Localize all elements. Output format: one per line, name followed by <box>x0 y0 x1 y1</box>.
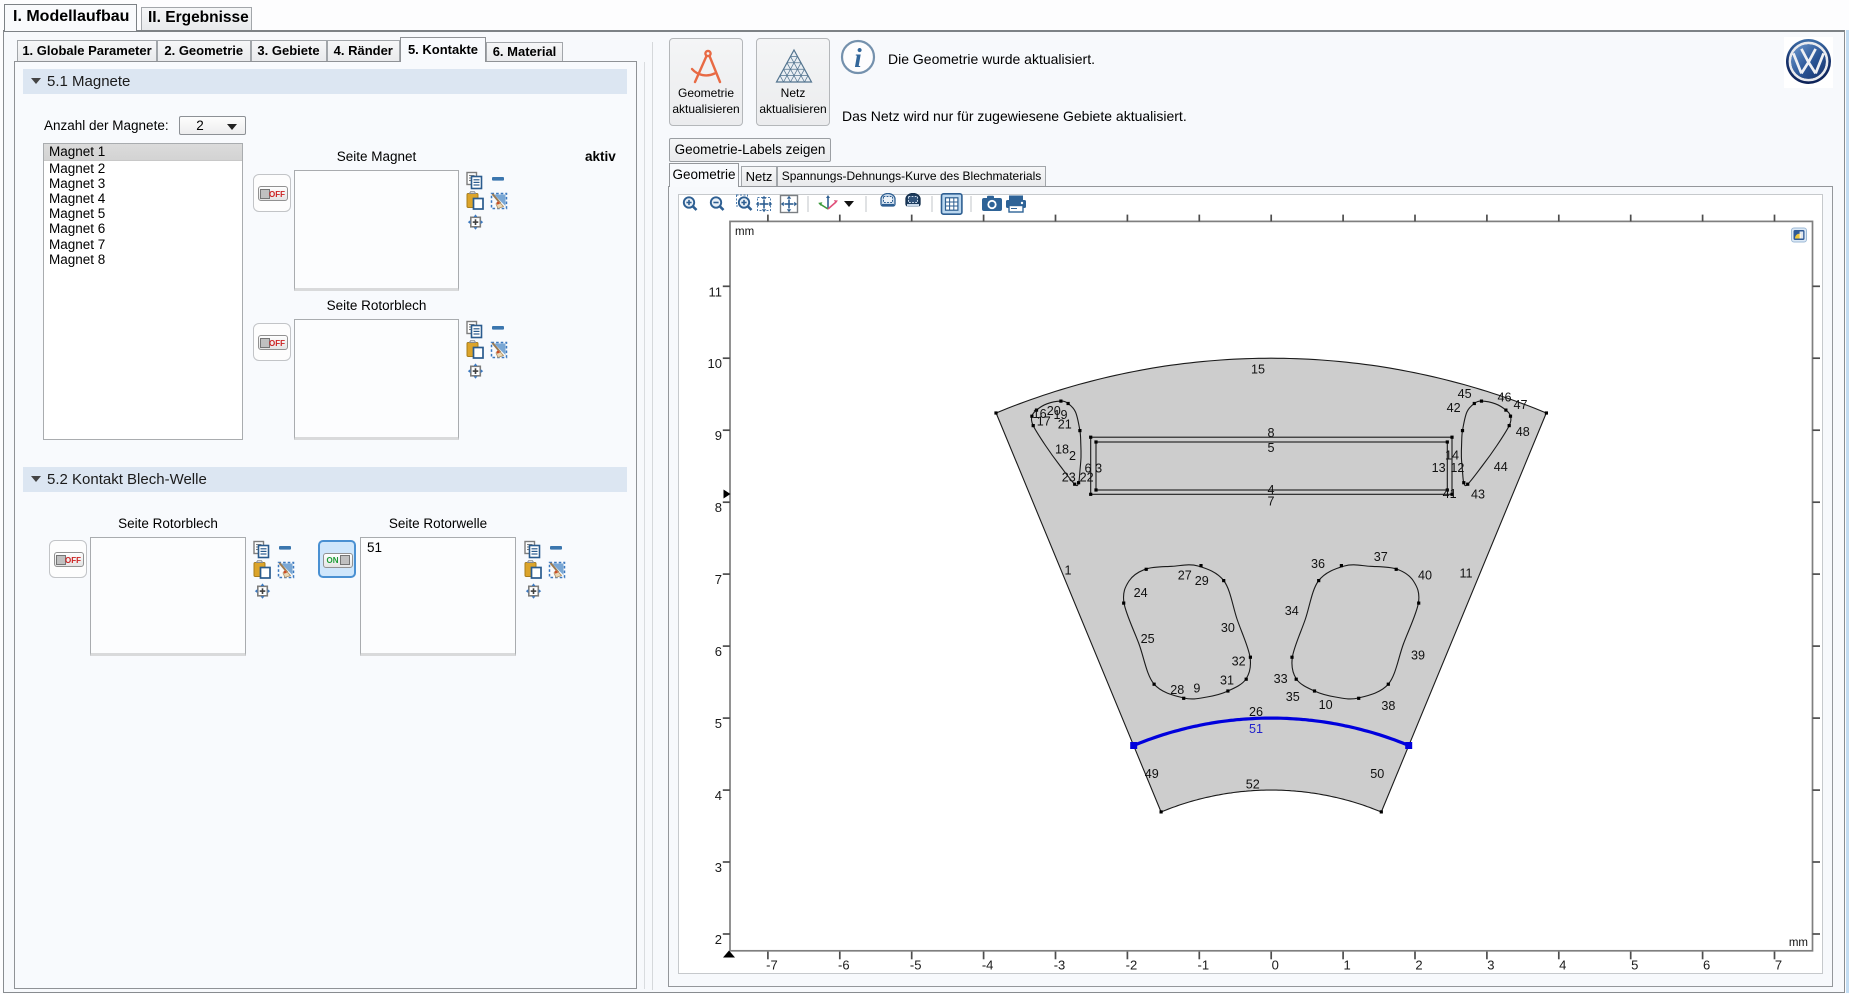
svg-text:52: 52 <box>1246 778 1260 792</box>
svg-text:31: 31 <box>1220 674 1234 688</box>
svg-text:1: 1 <box>1343 958 1350 973</box>
svg-text:24: 24 <box>1134 586 1148 600</box>
svg-text:41: 41 <box>1443 487 1457 501</box>
svg-text:9: 9 <box>1193 682 1200 696</box>
svg-text:6: 6 <box>715 644 722 659</box>
svg-text:23: 23 <box>1062 471 1076 485</box>
svg-text:5: 5 <box>715 716 722 731</box>
svg-text:5: 5 <box>1631 958 1638 973</box>
svg-text:45: 45 <box>1458 387 1472 401</box>
svg-text:33: 33 <box>1274 672 1288 686</box>
svg-text:4: 4 <box>715 788 722 803</box>
svg-text:21: 21 <box>1058 417 1072 431</box>
svg-text:30: 30 <box>1221 621 1235 635</box>
svg-text:10: 10 <box>708 356 722 371</box>
svg-text:7: 7 <box>1267 495 1274 509</box>
svg-text:2: 2 <box>1415 958 1422 973</box>
svg-text:42: 42 <box>1447 401 1461 415</box>
svg-text:25: 25 <box>1141 632 1155 646</box>
svg-text:-4: -4 <box>982 958 994 973</box>
svg-text:36: 36 <box>1311 557 1325 571</box>
svg-text:1: 1 <box>1064 564 1071 578</box>
svg-text:50: 50 <box>1370 767 1384 781</box>
svg-text:mm: mm <box>735 226 754 238</box>
svg-text:3: 3 <box>1095 462 1102 476</box>
svg-text:13: 13 <box>1432 461 1446 475</box>
svg-text:44: 44 <box>1494 460 1508 474</box>
svg-text:29: 29 <box>1195 574 1209 588</box>
svg-text:3: 3 <box>715 860 722 875</box>
svg-text:28: 28 <box>1170 683 1184 697</box>
svg-text:8: 8 <box>715 500 722 515</box>
svg-text:34: 34 <box>1285 604 1299 618</box>
svg-text:0: 0 <box>1272 958 1279 973</box>
svg-text:46: 46 <box>1497 391 1511 405</box>
svg-text:39: 39 <box>1411 649 1425 663</box>
svg-text:7: 7 <box>715 572 722 587</box>
svg-text:12: 12 <box>1450 461 1464 475</box>
svg-text:22: 22 <box>1080 471 1094 485</box>
svg-text:mm: mm <box>1789 937 1808 949</box>
svg-text:11: 11 <box>709 284 723 299</box>
svg-text:3: 3 <box>1487 958 1494 973</box>
svg-text:47: 47 <box>1513 398 1527 412</box>
svg-text:18: 18 <box>1055 443 1069 457</box>
svg-text:35: 35 <box>1286 690 1300 704</box>
svg-text:48: 48 <box>1516 425 1530 439</box>
svg-text:40: 40 <box>1418 568 1432 582</box>
svg-text:-7: -7 <box>766 958 778 973</box>
svg-text:6: 6 <box>1703 958 1710 973</box>
svg-text:9: 9 <box>715 428 722 443</box>
svg-text:-1: -1 <box>1198 958 1210 973</box>
svg-text:49: 49 <box>1145 767 1159 781</box>
svg-text:4: 4 <box>1559 958 1566 973</box>
svg-text:-2: -2 <box>1126 958 1138 973</box>
svg-text:32: 32 <box>1232 654 1246 668</box>
svg-text:15: 15 <box>1251 363 1265 377</box>
svg-text:-6: -6 <box>838 958 850 973</box>
svg-text:2: 2 <box>715 932 722 947</box>
svg-text:51: 51 <box>1249 722 1263 736</box>
svg-text:5: 5 <box>1267 441 1274 455</box>
svg-text:38: 38 <box>1381 699 1395 713</box>
svg-text:26: 26 <box>1249 705 1263 719</box>
svg-text:-3: -3 <box>1054 958 1066 973</box>
svg-text:-5: -5 <box>910 958 922 973</box>
svg-text:11: 11 <box>1459 567 1472 581</box>
svg-text:43: 43 <box>1471 488 1485 502</box>
svg-text:2: 2 <box>1069 449 1076 463</box>
svg-text:37: 37 <box>1374 550 1388 564</box>
svg-text:8: 8 <box>1267 426 1274 440</box>
svg-text:10: 10 <box>1319 698 1333 712</box>
svg-text:27: 27 <box>1178 568 1192 582</box>
svg-text:7: 7 <box>1775 958 1782 973</box>
